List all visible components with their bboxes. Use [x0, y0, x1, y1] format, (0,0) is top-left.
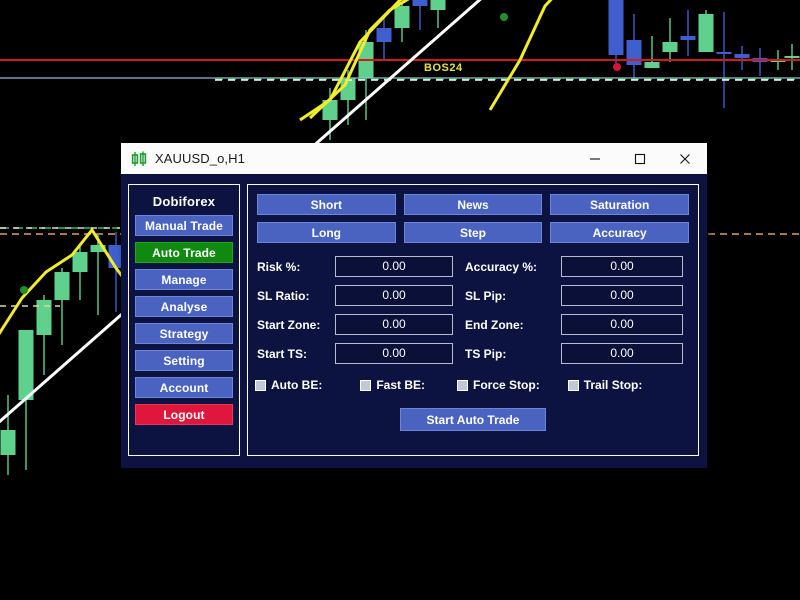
risk-input[interactable] [335, 256, 453, 277]
force-stop-checkbox-item[interactable]: Force Stop: [457, 378, 540, 392]
buy-signal-dot [20, 286, 28, 294]
bos-label: BOS24 [424, 62, 463, 74]
trail-stop-checkbox-item[interactable]: Trail Stop: [567, 378, 643, 392]
start-zone-input[interactable] [335, 314, 453, 335]
action-button-grid: Short News Saturation Long Step Accuracy [248, 185, 698, 243]
close-button[interactable] [662, 143, 707, 174]
sidebar: Dobiforex Manual Trade Auto Trade Manage An… [128, 184, 240, 456]
risk-label: Risk %: [257, 259, 301, 274]
candle-body [644, 62, 660, 68]
sl-ratio-label: SL Ratio: [257, 288, 310, 303]
start-auto-trade-button[interactable]: Start Auto Trade [400, 408, 546, 431]
brand-label: Dobiforex [152, 194, 216, 209]
ea-panel-window[interactable]: XAUUSD_o,H1 Dobiforex Manual Trade Auto T… [121, 143, 707, 468]
short-button[interactable]: Short [257, 194, 396, 215]
force-stop-checkbox[interactable] [457, 379, 469, 391]
sidebar-item-setting[interactable]: Setting [135, 350, 233, 371]
sell-signal-dot [613, 63, 621, 71]
candle-body [72, 252, 88, 272]
sl-pip-input[interactable] [561, 285, 683, 306]
candle-body [698, 14, 714, 52]
long-button[interactable]: Long [257, 222, 396, 243]
sl-pip-label: SL Pip: [465, 288, 507, 303]
ts-pip-label: TS Pip: [465, 346, 507, 361]
end-zone-input[interactable] [561, 314, 683, 335]
start-ts-input[interactable] [335, 343, 453, 364]
minimize-button[interactable] [572, 143, 617, 174]
saturation-button[interactable]: Saturation [550, 194, 689, 215]
main-panel: Short News Saturation Long Step Accuracy Risk… [247, 184, 699, 456]
accuracy-label: Accuracy %: [465, 259, 538, 274]
candle-body [734, 54, 750, 58]
accuracy-input[interactable] [561, 256, 683, 277]
start-ts-label: Start TS: [257, 346, 308, 361]
sidebar-item-account[interactable]: Account [135, 377, 233, 398]
candle-body [626, 40, 642, 65]
candle-body [394, 6, 410, 28]
candle-body [54, 272, 70, 300]
sidebar-item-logout[interactable]: Logout [135, 404, 233, 425]
candle-body [680, 36, 696, 40]
candle-body [36, 300, 52, 335]
sidebar-items: Manual Trade Auto Trade Manage Analyse Strat… [129, 215, 239, 425]
auto-be-label: Auto BE: [271, 378, 323, 392]
trail-stop-checkbox[interactable] [567, 379, 579, 391]
sidebar-item-manage[interactable]: Manage [135, 269, 233, 290]
sidebar-item-strategy[interactable]: Strategy [135, 323, 233, 344]
candle-body [0, 430, 16, 455]
candle-body [716, 52, 732, 54]
maximize-button[interactable] [617, 143, 662, 174]
candle-body [412, 0, 428, 6]
candle-body [376, 28, 392, 42]
force-stop-label: Force Stop: [473, 378, 540, 392]
fast-be-checkbox-item[interactable]: Fast BE: [360, 378, 425, 392]
step-button[interactable]: Step [403, 222, 543, 243]
candle-body [784, 56, 800, 58]
sidebar-item-analyse[interactable]: Analyse [135, 296, 233, 317]
sl-ratio-input[interactable] [335, 285, 453, 306]
fast-be-checkbox[interactable] [360, 379, 372, 391]
candle-body [18, 330, 34, 400]
sidebar-item-auto-trade[interactable]: Auto Trade [135, 242, 233, 263]
auto-be-checkbox[interactable] [255, 379, 266, 391]
end-zone-label: End Zone: [465, 317, 524, 332]
candle-body [608, 0, 624, 55]
dialog-body: Dobiforex Manual Trade Auto Trade Manage An… [121, 174, 707, 468]
candle-body [430, 0, 446, 10]
parameter-fields: Risk %: Accuracy %: SL Ratio: SL Pip: Start … [248, 243, 698, 364]
trail-stop-label: Trail Stop: [583, 378, 643, 392]
window-controls [572, 143, 707, 174]
option-checkboxes: Auto BE: Fast BE: Force Stop: Trail Stop: [248, 364, 698, 392]
auto-be-checkbox-item[interactable]: Auto BE: [255, 378, 322, 392]
fast-be-label: Fast BE: [376, 378, 426, 392]
candlestick-icon [131, 151, 147, 166]
ts-pip-input[interactable] [561, 343, 683, 364]
start-zone-label: Start Zone: [257, 317, 321, 332]
buy-signal-dot [500, 13, 508, 21]
sidebar-item-manual-trade[interactable]: Manual Trade [135, 215, 233, 236]
accuracy-button[interactable]: Accuracy [550, 222, 689, 243]
candle-body [662, 42, 678, 52]
start-row: Start Auto Trade [248, 392, 698, 431]
window-titlebar[interactable]: XAUUSD_o,H1 [121, 143, 707, 175]
news-button[interactable]: News [403, 194, 543, 215]
window-title: XAUUSD_o,H1 [155, 151, 245, 166]
